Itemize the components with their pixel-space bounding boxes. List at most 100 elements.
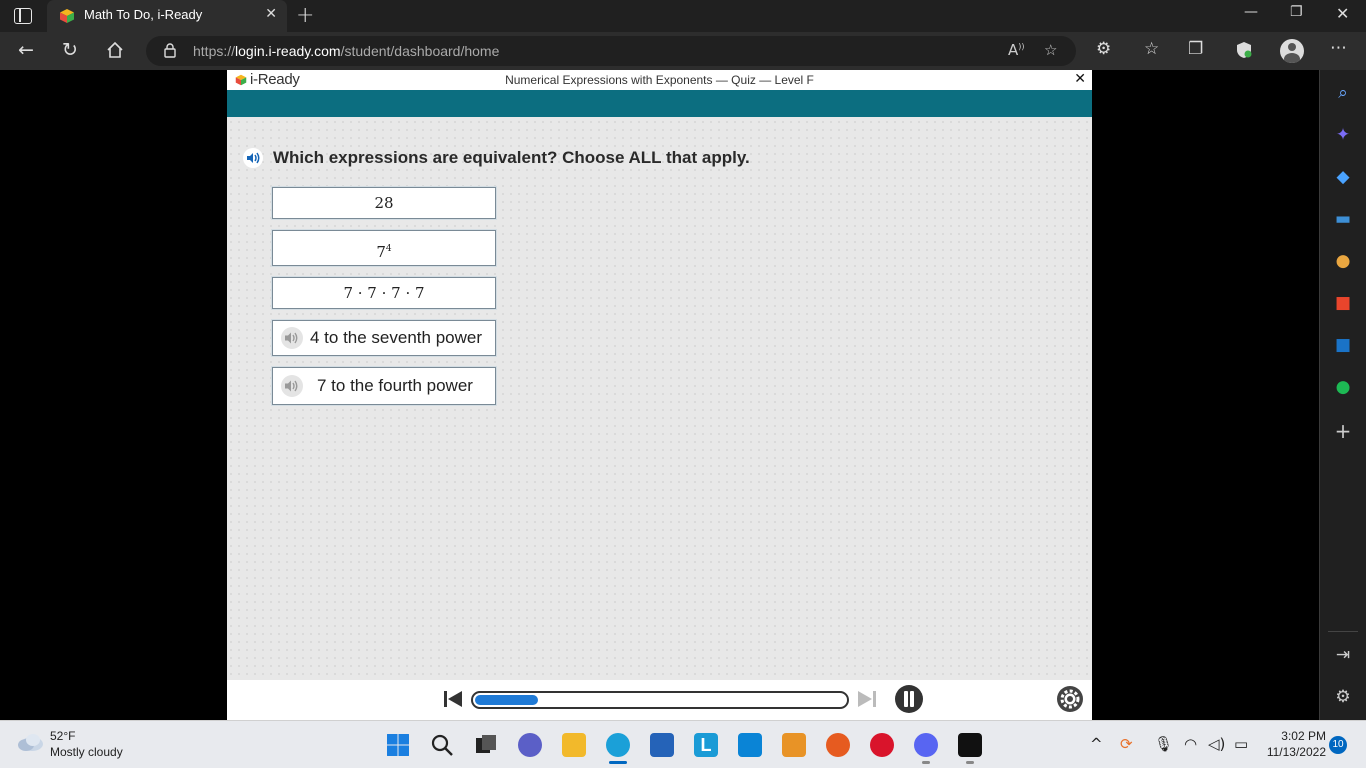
lesson-header: i-Ready Numerical Expressions with Expon… xyxy=(227,70,1092,90)
discord-icon[interactable] xyxy=(914,733,938,757)
opera-icon[interactable] xyxy=(870,733,894,757)
url-text: https://login.i-ready.com/student/dashbo… xyxy=(193,43,500,59)
volume-icon[interactable]: ◁) xyxy=(1208,735,1225,753)
edge-browser-icon[interactable] xyxy=(606,733,630,757)
search-icon[interactable]: ⌕ xyxy=(1333,83,1353,103)
microphone-icon[interactable]: 🎙︎ xyxy=(1154,735,1173,753)
answer-choice-2[interactable]: 74 xyxy=(272,230,496,266)
spotify-icon[interactable]: ● xyxy=(1333,377,1353,397)
task-view-icon[interactable] xyxy=(474,733,498,757)
iready-lesson-frame: i-Ready Numerical Expressions with Expon… xyxy=(227,70,1092,720)
add-favorite-icon[interactable]: ☆ xyxy=(1044,41,1057,59)
sidebar-settings-icon[interactable]: ⚙ xyxy=(1333,687,1353,707)
edge-sidebar: ⌕ ✦ ◆ ▬ ● ■ ■ ● + ⇥ ⚙ xyxy=(1319,70,1366,720)
notification-badge[interactable]: 10 xyxy=(1329,736,1347,754)
read-aloud-icon[interactable]: A)) xyxy=(1008,41,1025,59)
header-band xyxy=(227,90,1092,117)
window-close-button[interactable]: ✕ xyxy=(1336,4,1349,23)
sidebar-divider xyxy=(1328,631,1358,632)
pause-button[interactable] xyxy=(895,685,923,713)
firefox-icon[interactable] xyxy=(826,733,850,757)
game-app-icon[interactable] xyxy=(782,733,806,757)
file-explorer-icon[interactable] xyxy=(562,733,586,757)
windows-taskbar: 52°F Mostly cloudy L ^ ⟳ 🎙︎ ◠ ◁) ▭ 3:02 … xyxy=(0,720,1366,768)
lesson-progress-bar xyxy=(471,691,849,709)
restore-button[interactable]: ❐ xyxy=(1290,4,1303,20)
new-tab-button[interactable]: + xyxy=(296,3,314,28)
url-field[interactable]: https://login.i-ready.com/student/dashbo… xyxy=(146,36,1076,66)
lock-icon[interactable] xyxy=(164,43,176,58)
show-hidden-icons-chevron[interactable]: ^ xyxy=(1090,735,1103,753)
clock-date[interactable]: 11/13/2022 xyxy=(1262,745,1326,759)
copilot-icon[interactable]: ✦ xyxy=(1333,125,1353,145)
lesson-player-bar xyxy=(227,680,1092,720)
choice-label: 28 xyxy=(374,194,394,212)
active-app-indicator xyxy=(609,761,627,764)
outlook-icon[interactable]: ■ xyxy=(1333,335,1353,355)
l-app-icon[interactable]: L xyxy=(694,733,718,757)
teams-chat-icon[interactable] xyxy=(518,733,542,757)
question-text: Which expressions are equivalent? Choose… xyxy=(273,148,750,167)
page-viewport: i-Ready Numerical Expressions with Expon… xyxy=(0,70,1319,720)
speaker-icon xyxy=(247,152,260,164)
quiz-title: Numerical Expressions with Exponents — Q… xyxy=(505,73,814,87)
gear-icon[interactable] xyxy=(1056,685,1084,713)
close-lesson-button[interactable]: ✕ xyxy=(1074,71,1086,87)
games-icon[interactable]: ● xyxy=(1333,251,1353,271)
sync-tray-icon[interactable]: ⟳ xyxy=(1120,735,1133,753)
cloud-icon[interactable] xyxy=(16,731,44,753)
profile-avatar[interactable] xyxy=(1280,39,1304,63)
tab-title: Math To Do, i-Ready xyxy=(84,7,203,22)
shopping-tag-icon[interactable]: ◆ xyxy=(1333,167,1353,187)
answer-choice-3[interactable]: 7 · 7 · 7 · 7 xyxy=(272,277,496,309)
choice-label: 4 to the seventh power xyxy=(310,328,483,347)
choice-audio-button[interactable] xyxy=(281,327,303,349)
wifi-icon[interactable]: ◠ xyxy=(1184,735,1197,753)
windows-start-icon[interactable] xyxy=(386,733,410,757)
tab-actions-icon[interactable] xyxy=(14,8,32,24)
favorites-icon[interactable]: ☆ xyxy=(1144,39,1159,59)
capcut-icon[interactable] xyxy=(958,733,982,757)
clock-time[interactable]: 3:02 PM xyxy=(1268,729,1326,743)
running-app-indicator xyxy=(922,761,930,764)
choice-label: 74 xyxy=(273,231,495,270)
battery-icon[interactable]: ▭ xyxy=(1234,735,1248,753)
answer-choice-5[interactable]: 7 to the fourth power xyxy=(272,367,496,405)
choice-exponent: 4 xyxy=(385,244,392,254)
speaker-icon xyxy=(285,332,298,344)
add-sidebar-app-icon[interactable]: + xyxy=(1333,421,1353,441)
hide-sidebar-icon[interactable]: ⇥ xyxy=(1333,645,1353,665)
refresh-icon[interactable]: ↻ xyxy=(62,39,78,61)
home-icon[interactable] xyxy=(106,41,124,59)
extensions-icon[interactable]: ⚙ xyxy=(1096,39,1111,59)
lesson-progress-fill xyxy=(475,695,538,705)
settings-more-icon[interactable]: ⋯ xyxy=(1330,38,1347,58)
cortana-app-icon[interactable] xyxy=(738,733,762,757)
iready-favicon-icon xyxy=(60,9,74,23)
skip-forward-icon[interactable] xyxy=(857,689,877,709)
browser-address-bar: ← ↻ https://login.i-ready.com/student/da… xyxy=(0,32,1366,70)
tab-close-icon[interactable]: ✕ xyxy=(265,6,277,22)
minimize-button[interactable]: — xyxy=(1244,4,1258,20)
taskbar-search-icon[interactable] xyxy=(430,733,454,757)
browser-tab-bar: Math To Do, i-Ready ✕ + — ❐ ✕ xyxy=(0,0,1366,32)
answer-choice-4[interactable]: 4 to the seventh power xyxy=(272,320,496,356)
weather-temperature[interactable]: 52°F xyxy=(50,729,75,743)
choice-label: 7 to the fourth power xyxy=(317,376,473,395)
back-arrow-icon[interactable]: ← xyxy=(18,39,34,61)
collections-icon[interactable]: ❐ xyxy=(1188,39,1203,59)
office-icon[interactable]: ■ xyxy=(1333,293,1353,313)
choice-base: 7 xyxy=(376,243,386,261)
browser-tab[interactable]: Math To Do, i-Ready ✕ xyxy=(47,0,287,32)
choice-audio-button[interactable] xyxy=(281,375,303,397)
browser-essentials-icon[interactable] xyxy=(1236,41,1252,59)
choice-label: 7 · 7 · 7 · 7 xyxy=(343,284,425,302)
answer-choice-1[interactable]: 28 xyxy=(272,187,496,219)
microsoft-store-icon[interactable] xyxy=(650,733,674,757)
tools-briefcase-icon[interactable]: ▬ xyxy=(1333,209,1353,229)
running-app-indicator xyxy=(966,761,974,764)
weather-description[interactable]: Mostly cloudy xyxy=(50,745,123,759)
speaker-icon xyxy=(285,380,298,392)
skip-back-icon[interactable] xyxy=(443,689,463,709)
question-audio-button[interactable] xyxy=(243,148,263,168)
